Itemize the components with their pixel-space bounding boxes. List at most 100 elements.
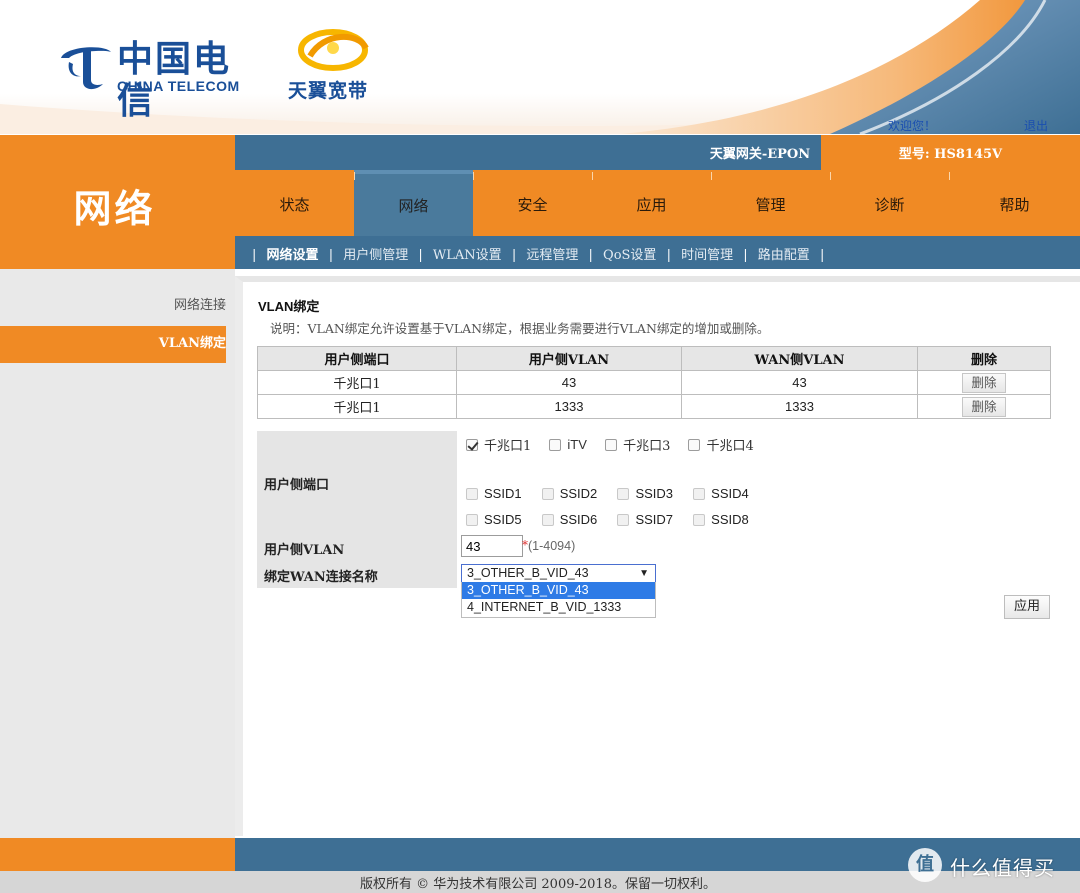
checkbox-label: SSID3	[635, 486, 674, 501]
apply-button[interactable]: 应用	[1004, 595, 1050, 619]
nav-divider	[711, 172, 712, 180]
logo-english-text: CHINA TELECOM	[117, 78, 240, 94]
checkbox-label: iTV	[567, 437, 587, 452]
checkbox-ssid2[interactable]: SSID2	[541, 486, 598, 501]
tab-network[interactable]: 网络	[354, 170, 473, 236]
user-port-label: 用户侧端口	[264, 478, 330, 493]
subnav-route-config[interactable]: 路由配置	[758, 248, 810, 263]
subnav-remote-management[interactable]: 远程管理	[526, 248, 578, 263]
checkbox-label: 千兆口1	[484, 439, 532, 454]
checkbox-gigabit-port-3[interactable]: 千兆口3	[605, 435, 670, 454]
column-header: WAN侧VLAN	[681, 346, 918, 371]
checkbox-ssid4[interactable]: SSID4	[693, 486, 749, 501]
checkbox-box[interactable]	[617, 487, 630, 500]
tab-diagnostics[interactable]: 诊断	[830, 170, 949, 236]
bind-wan-label: 绑定WAN连接名称	[264, 570, 378, 585]
checkbox-box[interactable]	[466, 513, 478, 526]
checkbox-label: SSID2	[559, 486, 598, 501]
cell-delete: 删除	[917, 394, 1051, 419]
checkbox-label: SSID4	[711, 486, 749, 501]
logout-link[interactable]: 退出	[1024, 117, 1048, 134]
checkbox-ssid1[interactable]: SSID1	[466, 486, 522, 501]
watermark-text: 什么值得买	[950, 856, 1055, 880]
wan-connection-select[interactable]: 3_OTHER_B_VID_43 ▼	[461, 564, 656, 583]
checkbox-checked-icon[interactable]	[466, 438, 478, 451]
checkbox-label: SSID1	[484, 486, 522, 501]
checkbox-gigabit-port-4[interactable]: 千兆口4	[688, 435, 754, 454]
user-vlan-label: 用户侧VLAN	[264, 543, 345, 558]
vlan-binding-table: 用户侧端口 用户侧VLAN WAN侧VLAN 删除 千兆口1 43 43 删除 …	[257, 346, 1051, 419]
tab-management[interactable]: 管理	[711, 170, 830, 236]
tianyi-broadband-logo: 天翼宽带	[288, 26, 388, 106]
sidebar-item-vlan-binding[interactable]: VLAN绑定	[0, 326, 226, 363]
subnav-wlan-settings[interactable]: WLAN设置	[433, 248, 502, 263]
table-header-row: 用户侧端口 用户侧VLAN WAN侧VLAN 删除	[257, 346, 1051, 371]
nav-divider	[592, 172, 593, 180]
nav-divider	[354, 172, 355, 180]
china-telecom-logo: 中国电信 CHINA TELECOM	[55, 36, 255, 122]
wan-dropdown-list: 3_OTHER_B_VID_43 4_INTERNET_B_VID_1333	[461, 582, 656, 618]
table-row: 千兆口1 1333 1333 删除	[257, 394, 1051, 419]
dropdown-option[interactable]: 3_OTHER_B_VID_43	[462, 582, 655, 599]
checkbox-label: 千兆口4	[706, 439, 754, 454]
checkbox-ssid5[interactable]: SSID5	[466, 512, 522, 527]
checkbox-box[interactable]	[688, 438, 701, 451]
checkbox-ssid8[interactable]: SSID8	[693, 512, 749, 527]
checkbox-label: 千兆口3	[623, 439, 671, 454]
sub-nav-divider: |	[588, 248, 593, 263]
tab-security[interactable]: 安全	[473, 170, 592, 236]
vlan-range-hint: (1-4094)	[528, 539, 576, 553]
sub-nav-divider: |	[743, 248, 748, 263]
nav-divider	[949, 172, 950, 180]
telecom-e-icon	[55, 36, 117, 96]
model-text: 型号: HS8145V	[898, 147, 1003, 162]
subnav-user-side-management[interactable]: 用户侧管理	[343, 248, 408, 263]
cell-user-vlan: 43	[456, 370, 682, 395]
checkbox-ssid6[interactable]: SSID6	[541, 512, 598, 527]
user-vlan-input[interactable]	[461, 535, 523, 557]
checkbox-box[interactable]	[541, 487, 554, 500]
checkbox-box[interactable]	[466, 487, 478, 500]
tab-status[interactable]: 状态	[235, 170, 354, 236]
cell-delete: 删除	[917, 370, 1051, 395]
subnav-network-settings[interactable]: 网络设置	[267, 248, 319, 263]
sub-nav-divider: |	[252, 248, 257, 263]
ssid-checkbox-row-2: SSID5 SSID6 SSID7 SSID8	[466, 512, 765, 530]
delete-button[interactable]: 删除	[962, 396, 1006, 417]
column-header: 用户侧VLAN	[456, 346, 682, 371]
checkbox-box[interactable]	[541, 513, 554, 526]
checkbox-label: SSID5	[484, 512, 522, 527]
sub-nav-divider: |	[328, 248, 334, 263]
brand-text: 天翼宽带	[288, 80, 369, 102]
tab-help[interactable]: 帮助	[949, 170, 1080, 236]
page-title: VLAN绑定	[258, 299, 320, 314]
table-row: 千兆口1 43 43 删除	[257, 370, 1051, 395]
cell-port: 千兆口1	[257, 394, 457, 419]
checkbox-box[interactable]	[549, 438, 562, 451]
checkbox-itv[interactable]: iTV	[549, 437, 587, 452]
dropdown-option[interactable]: 4_INTERNET_B_VID_1333	[462, 599, 655, 616]
checkbox-label: SSID7	[635, 512, 674, 527]
checkbox-box[interactable]	[617, 513, 630, 526]
checkbox-label: SSID6	[559, 512, 598, 527]
checkbox-box[interactable]	[605, 438, 618, 451]
cell-port: 千兆口1	[257, 370, 457, 395]
checkbox-ssid3[interactable]: SSID3	[617, 486, 673, 501]
checkbox-gigabit-port-1[interactable]: 千兆口1	[466, 435, 531, 454]
subnav-time-management[interactable]: 时间管理	[681, 248, 733, 263]
watermark: 值 什么值得买	[908, 848, 1080, 884]
nav-divider	[473, 172, 474, 180]
section-title-text: 网络	[73, 186, 156, 231]
checkbox-box[interactable]	[693, 487, 706, 500]
delete-button[interactable]: 删除	[962, 372, 1006, 393]
column-header: 用户侧端口	[257, 346, 457, 371]
sidebar-item-network-connection[interactable]: 网络连接	[0, 294, 226, 313]
checkbox-box[interactable]	[693, 513, 706, 526]
checkbox-ssid7[interactable]: SSID7	[617, 512, 673, 527]
subnav-qos-settings[interactable]: QoS设置	[603, 248, 656, 263]
nav-divider	[830, 172, 831, 180]
form-label-column	[257, 431, 457, 588]
tab-apps[interactable]: 应用	[592, 170, 711, 236]
welcome-text: 欢迎您！	[888, 119, 937, 133]
device-name: 天翼网关-EPON	[709, 147, 811, 162]
